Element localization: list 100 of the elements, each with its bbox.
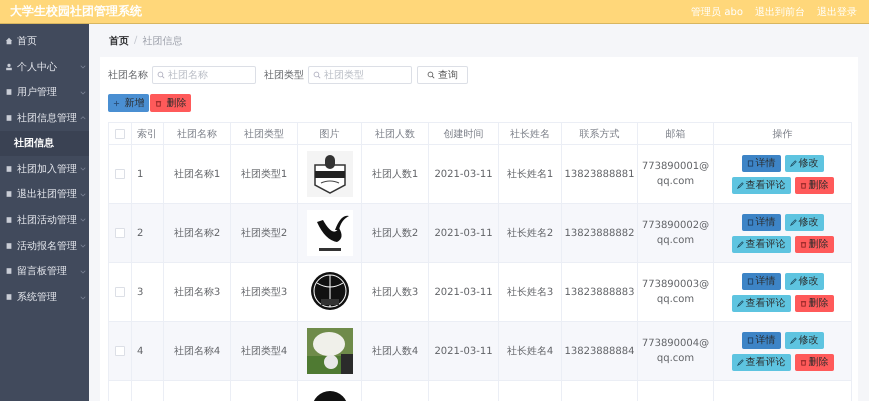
field-label: 社团名称 — [108, 68, 148, 82]
pencil-icon — [736, 300, 744, 306]
table-cell-text: 社团名称4 — [174, 344, 220, 358]
table-cell-text: 773890004@qq.com — [640, 337, 710, 366]
edit-button[interactable]: 修改 — [784, 154, 824, 172]
checkbox[interactable] — [115, 169, 125, 179]
sidebar-item[interactable]: 首页 — [0, 28, 89, 54]
table-cell-text: 773890003@qq.com — [640, 278, 710, 307]
sidebar-item[interactable]: 系统管理 — [0, 284, 89, 310]
home-icon — [5, 36, 13, 45]
menu-item-icon — [5, 164, 13, 173]
table-cell-text: 社团类型1 — [240, 168, 288, 181]
table-cell-text: 社团类型2 — [240, 226, 288, 240]
delete-button[interactable]: 删除 — [150, 94, 191, 112]
table-cell-text: 社团类型3 — [240, 286, 288, 299]
search-icon — [427, 71, 435, 79]
table-cell-text: 2021-03-11 — [433, 168, 494, 182]
table-cell-text: 773890002@qq.com — [640, 219, 710, 248]
sidebar-item[interactable]: 社团信息管理 — [0, 105, 89, 131]
sidebar-item[interactable]: 留言板管理 — [0, 258, 89, 284]
checkbox[interactable] — [115, 128, 125, 138]
delete-button[interactable]: 删除 — [794, 354, 834, 370]
sidebar-item[interactable]: 退出社团管理 — [0, 181, 89, 208]
view-comments-button[interactable]: 查看评论 — [732, 236, 790, 252]
add-button[interactable]: 新增 — [108, 94, 149, 112]
detail-button[interactable]: 详情 — [742, 154, 780, 172]
column-header: 社团名称 — [164, 123, 231, 144]
table-cell-text: 社长姓名1 — [506, 168, 554, 182]
breadcrumb-separator: / — [134, 35, 138, 46]
table-cell-text: 社团类型4 — [240, 344, 288, 358]
sidebar-item[interactable]: 社团加入管理 — [0, 156, 89, 182]
edit-button[interactable]: 修改 — [784, 272, 824, 290]
table-cell-text: 773890001@qq.com — [640, 160, 710, 189]
pencil-icon — [790, 218, 796, 226]
pencil-icon — [790, 160, 796, 166]
checkbox[interactable] — [115, 346, 125, 356]
table-cell: 3 — [137, 286, 144, 298]
table-cell: 1 — [137, 168, 144, 180]
sidebar-item[interactable]: 活动报名管理 — [0, 232, 89, 258]
table-cell-text: 2021-03-11 — [433, 344, 494, 358]
trash-icon — [154, 100, 162, 106]
pencil-icon — [790, 336, 796, 344]
table-cell-text: 社团人数2 — [370, 226, 420, 240]
column-header: 社团类型 — [231, 123, 298, 144]
column-header: 联系方式 — [562, 123, 638, 144]
table-cell: 2 — [137, 228, 144, 238]
column-header: 索引 — [132, 123, 164, 144]
sidebar-item[interactable]: 社团活动管理 — [0, 207, 89, 233]
checkbox[interactable] — [115, 228, 125, 238]
sidebar-subitem[interactable]: 社团信息 — [0, 130, 89, 156]
view-comments-button[interactable]: 查看评论 — [732, 294, 790, 312]
field-label: 社团类型 — [264, 68, 304, 82]
table-cell-text: 社团人数1 — [370, 168, 420, 182]
column-header: 操作 — [772, 128, 794, 142]
menu-item-icon — [5, 242, 13, 250]
search-field[interactable]: 社团名称 — [152, 66, 256, 84]
delete-button[interactable]: 删除 — [794, 176, 834, 194]
table-cell-text: 13823888881 — [564, 168, 636, 182]
detail-button[interactable]: 详情 — [742, 272, 780, 290]
menu-item-icon — [5, 216, 13, 224]
menu-item-icon — [5, 114, 13, 122]
column-header: 创建时间 — [429, 123, 499, 144]
search-field[interactable]: 社团类型 — [308, 66, 412, 84]
edit-button[interactable]: 修改 — [784, 332, 824, 348]
menu-item-icon — [5, 267, 13, 276]
sidebar-item[interactable]: 用户管理 — [0, 79, 89, 106]
table-cell-text: 13823888883 — [564, 286, 636, 300]
menu-item-icon — [5, 88, 13, 96]
search-icon — [157, 71, 165, 79]
table-cell-text: 社团名称3 — [174, 286, 220, 299]
detail-button[interactable]: 详情 — [742, 332, 780, 348]
view-comments-button[interactable]: 查看评论 — [732, 354, 790, 370]
view-comments-button[interactable]: 查看评论 — [732, 176, 790, 194]
edit-button[interactable]: 修改 — [784, 214, 824, 230]
table-cell-text: 社长姓名2 — [506, 226, 554, 240]
sidebar-item[interactable]: 个人中心 — [0, 54, 89, 80]
delete-button[interactable]: 删除 — [794, 294, 834, 312]
pencil-icon — [736, 358, 744, 366]
menu-item-icon — [5, 190, 13, 198]
table-cell-text: 社团名称1 — [174, 168, 220, 181]
checkbox[interactable] — [115, 287, 125, 297]
document-icon — [746, 218, 754, 226]
breadcrumb-item[interactable]: 首页 — [109, 34, 129, 48]
pencil-icon — [736, 182, 744, 188]
table-cell-text: 社团名称2 — [174, 226, 220, 240]
table-cell: 4 — [137, 346, 144, 356]
table-cell-text: 2021-03-11 — [433, 226, 494, 240]
column-header: 图片 — [298, 123, 362, 144]
table-cell-text: 社长姓名4 — [506, 344, 554, 358]
trash-icon — [800, 240, 806, 248]
delete-button[interactable]: 删除 — [794, 236, 834, 252]
menu-item-icon — [5, 62, 13, 71]
table-cell-text: 2021-03-11 — [433, 286, 494, 300]
trash-icon — [800, 300, 806, 306]
plus-icon — [112, 100, 120, 106]
search-icon — [313, 71, 321, 79]
table-cell-text: 13823888882 — [564, 226, 636, 240]
document-icon — [746, 160, 754, 166]
detail-button[interactable]: 详情 — [742, 214, 780, 230]
search-button[interactable]: 查询 — [417, 66, 468, 84]
